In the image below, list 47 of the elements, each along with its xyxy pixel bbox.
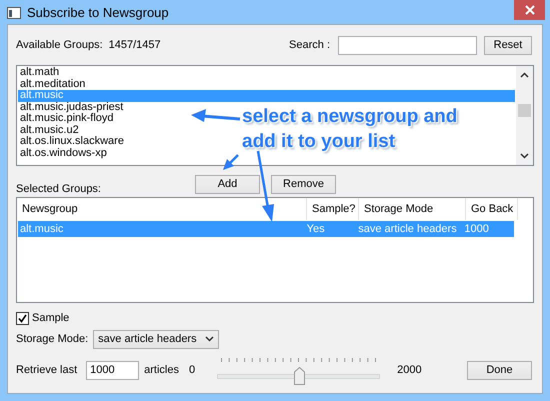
annotation-arrow [223,154,239,170]
check-icon [18,314,27,322]
sample-checkbox[interactable] [16,312,29,324]
table-cell-text: alt.music [19,222,64,237]
newsgroup-item[interactable]: alt.music.judas-priest [18,102,124,113]
scrollbar-thumb[interactable] [518,104,531,117]
slider-max-label: 2000 [397,364,422,376]
column-header[interactable]: Storage Mode [359,198,466,220]
annotation-text: select a newsgroup and add it to your list [242,105,458,154]
articles-label: articles [144,364,179,376]
retrieve-label: Retrieve last [16,364,78,376]
window-title: Subscribe to Newsgroup [27,5,169,20]
table-cell-text: Yes [306,222,326,237]
newsgroup-item[interactable]: alt.meditation [18,78,86,90]
sample-label: Sample [32,312,70,324]
slider-thumb[interactable] [294,367,305,385]
chevron-down-icon [205,336,214,342]
scroll-up-icon[interactable] [520,72,529,78]
close-button[interactable] [514,0,545,20]
annotation-arrow [256,150,274,222]
newsgroup-item[interactable]: alt.math [18,67,60,78]
search-field[interactable] [338,36,477,54]
newsgroup-item[interactable]: alt.os.linux.slackware [18,136,124,148]
window-icon [7,7,21,19]
column-header[interactable]: Sample? [307,198,359,220]
action-button[interactable]: Remove [271,174,336,194]
done-button[interactable]: Done [467,360,532,380]
retrieve-count-field[interactable]: 1000 [86,360,140,380]
search-label: Search : [289,39,330,51]
newsgroup-item[interactable]: alt.music.u2 [18,124,79,136]
table-cell-text: 1000 [463,222,490,237]
reset-button[interactable]: Reset [484,36,532,54]
available-groups-label: Available Groups: [16,39,103,51]
scroll-down-icon[interactable] [520,153,529,159]
column-header[interactable]: Go Back [466,198,518,220]
storage-mode-dropdown[interactable]: save article headers [93,330,220,348]
newsgroup-item[interactable]: alt.music.pink-floyd [18,113,114,124]
table-cell-text: save article headers [357,222,458,237]
action-button[interactable]: Add [195,174,260,194]
slider-min-label: 0 [188,364,196,376]
close-icon [524,5,534,15]
retrieve-slider[interactable] [217,355,380,385]
newsgroup-item[interactable]: alt.os.windows-xp [18,148,107,159]
available-groups-count: 1457/1457 [108,39,161,51]
annotation-arrow [191,109,240,122]
storage-mode-label: Storage Mode: [16,333,88,345]
selected-groups-label: Selected Groups: [16,183,102,195]
